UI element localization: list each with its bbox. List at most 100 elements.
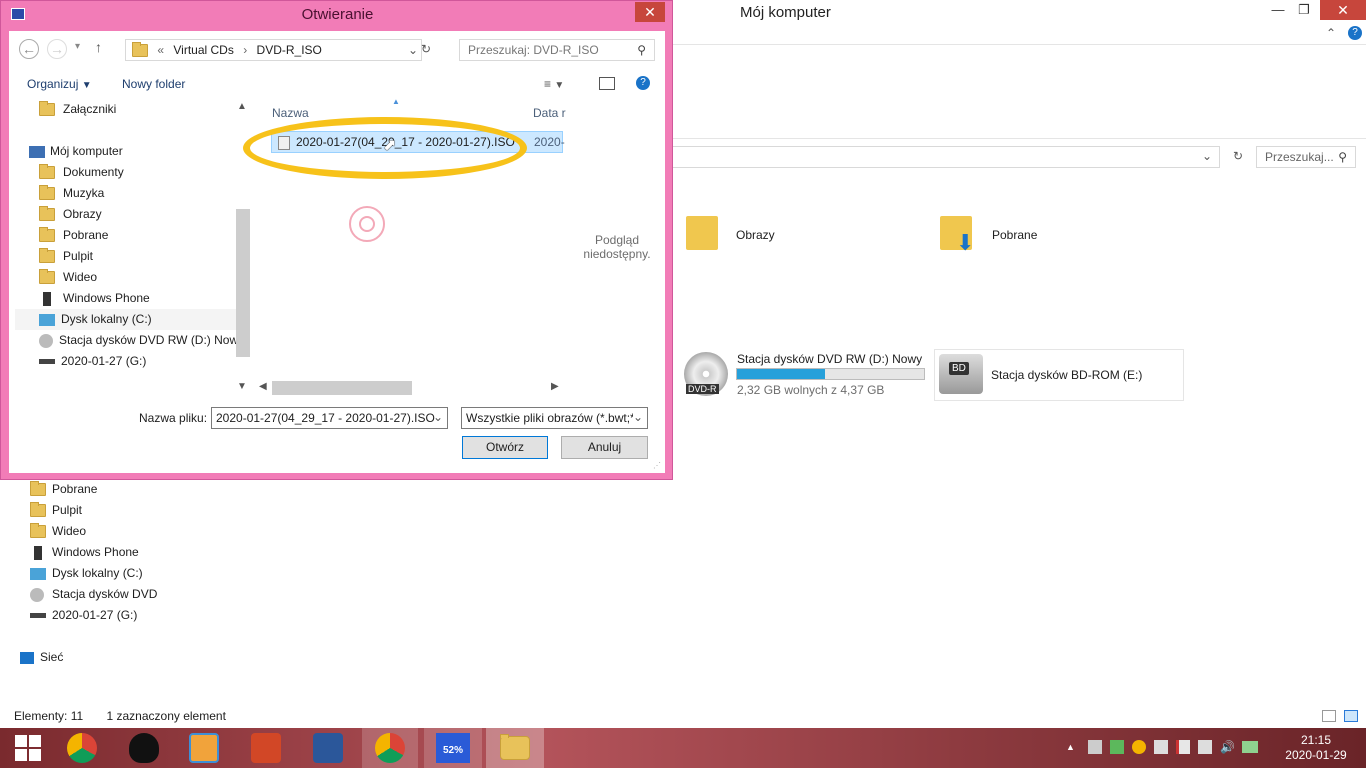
start-button[interactable]	[0, 728, 56, 768]
forward-button[interactable]: →	[47, 39, 67, 59]
taskbar-alcohol[interactable]: 52%	[424, 728, 482, 768]
drive-label: Stacja dysków BD-ROM (E:)	[991, 368, 1143, 382]
nav-item-network[interactable]: Sieć	[20, 650, 63, 664]
tree-item-wideo[interactable]: Wideo	[39, 267, 97, 288]
breadcrumb-virtual-cds[interactable]: Virtual CDs	[173, 43, 233, 57]
search-input[interactable]: Przeszukaj... ⚲	[1256, 146, 1356, 168]
nav-item-dvd[interactable]: Stacja dysków DVD	[30, 587, 157, 602]
column-header-date[interactable]: Data r	[533, 106, 566, 120]
address-bar[interactable]: ⌄ ↻	[672, 146, 1243, 168]
open-button[interactable]: Otwórz	[462, 436, 548, 459]
restore-button[interactable]: ❐	[1290, 2, 1318, 20]
click-indicator-icon	[349, 206, 385, 242]
nav-item-wideo[interactable]: Wideo	[30, 523, 86, 539]
taskbar-penguin-app[interactable]	[116, 728, 172, 768]
refresh-icon[interactable]: ↻	[421, 42, 431, 56]
taskbar-chrome[interactable]	[54, 728, 110, 768]
power-icon[interactable]	[1242, 741, 1258, 753]
nav-item-local-disk[interactable]: Dysk lokalny (C:)	[30, 566, 143, 580]
action-center-icon[interactable]	[1088, 740, 1102, 754]
dialog-close-button[interactable]: ✕	[635, 2, 665, 22]
nav-item-pobrane[interactable]: Pobrane	[30, 481, 97, 497]
tree-scroll-up-icon[interactable]: ▲	[237, 101, 247, 112]
preview-pane-icon[interactable]	[599, 77, 615, 90]
ribbon-collapse-icon[interactable]: ⌃	[1326, 26, 1336, 40]
chevron-down-icon[interactable]: ⌄	[1202, 149, 1212, 163]
scroll-left-icon[interactable]: ◀	[259, 381, 267, 392]
tree-item-dokumenty[interactable]: Dokumenty	[39, 162, 124, 183]
chevron-down-icon[interactable]: ⌄	[408, 43, 418, 57]
drive-tile-bd[interactable]: BD Stacja dysków BD-ROM (E:)	[934, 349, 1184, 401]
tree-item-zalaczniki[interactable]: Załączniki	[39, 99, 116, 120]
usb-icon[interactable]	[1198, 740, 1212, 754]
refresh-icon[interactable]: ↻	[1233, 149, 1243, 163]
network-icon[interactable]	[1154, 740, 1168, 754]
nav-item-pulpit[interactable]: Pulpit	[30, 502, 82, 518]
dvd-icon	[39, 333, 53, 348]
horizontal-scrollbar[interactable]	[272, 381, 412, 395]
flag-icon[interactable]	[1176, 740, 1190, 754]
drive-tile-dvd[interactable]: DVD-R Stacja dysków DVD RW (D:) Nowy 2,3…	[684, 348, 929, 400]
search-icon: ⚲	[1338, 150, 1347, 164]
tree-item-muzyka[interactable]: Muzyka	[39, 183, 104, 204]
tree-scroll-down-icon[interactable]: ▼	[237, 381, 247, 392]
breadcrumb-dvd-r-iso[interactable]: DVD-R_ISO	[257, 43, 322, 57]
folder-tile-obrazy[interactable]: Obrazy	[686, 212, 886, 260]
help-icon[interactable]: ?	[636, 76, 650, 90]
volume-icon[interactable]: 🔊	[1220, 740, 1235, 754]
tree-scrollbar[interactable]	[236, 209, 250, 357]
usb-drive-icon	[39, 359, 55, 365]
taskbar-chrome-profile[interactable]	[362, 728, 418, 768]
folder-icon	[39, 227, 55, 243]
column-header-name[interactable]: Nazwa	[272, 106, 309, 120]
tree-item-moj-komputer[interactable]: Mój komputer	[29, 141, 123, 162]
search-input[interactable]: Przeszukaj: DVD-R_ISO ⚲	[459, 39, 655, 61]
minimize-button[interactable]: —	[1264, 2, 1292, 20]
nav-item-usb-g[interactable]: 2020-01-27 (G:)	[30, 608, 137, 622]
taskbar-word[interactable]	[300, 728, 356, 768]
network-icon	[20, 651, 34, 664]
folder-tile-pobrane[interactable]: ⬇ Pobrane	[940, 212, 1140, 260]
up-button[interactable]: ↑	[95, 39, 102, 55]
taskbar-file-explorer[interactable]	[486, 728, 544, 768]
tray-icons: 🔊	[1088, 740, 1258, 754]
taskbar-powerpoint[interactable]	[238, 728, 294, 768]
tree-item-usb-g[interactable]: 2020-01-27 (G:)	[39, 351, 146, 372]
taskbar-media-player[interactable]	[176, 728, 232, 768]
close-button[interactable]: ✕	[1320, 0, 1366, 20]
nav-item-windows-phone[interactable]: Windows Phone	[30, 545, 139, 560]
folder-icon	[30, 523, 46, 539]
details-view-icon[interactable]	[1322, 710, 1336, 722]
scroll-right-icon[interactable]: ▶	[551, 381, 559, 392]
tree-item-local-disk[interactable]: Dysk lokalny (C:)	[15, 309, 237, 330]
dialog-title: Otwieranie	[301, 6, 374, 23]
tiles-view-icon[interactable]	[1344, 710, 1358, 722]
cancel-button[interactable]: Anuluj	[561, 436, 648, 459]
chevron-down-icon[interactable]: ⌄	[433, 410, 443, 424]
folder-icon	[39, 185, 55, 201]
filename-input[interactable]: 2020-01-27(04_29_17 - 2020-01-27).ISO ⌄	[211, 407, 448, 429]
new-folder-button[interactable]: Nowy folder	[122, 77, 185, 91]
chrome-tray-icon[interactable]	[1132, 740, 1146, 754]
tree-item-dvd[interactable]: Stacja dysków DVD RW (D:) Nowy	[39, 330, 239, 351]
defender-icon[interactable]	[1110, 740, 1124, 754]
tree-item-obrazy[interactable]: Obrazy	[39, 204, 102, 225]
ribbon-divider	[672, 138, 1366, 139]
chevron-down-icon[interactable]: ⌄	[632, 410, 643, 424]
back-button[interactable]: ←	[19, 39, 39, 59]
tree-item-pobrane[interactable]: Pobrane	[39, 225, 108, 246]
recent-dropdown-icon[interactable]: ▾	[75, 41, 80, 52]
view-options-icon[interactable]: ≡ ▼	[544, 77, 564, 91]
preview-text-1: Podgląd	[594, 233, 640, 247]
organize-button[interactable]: Organizuj ▼	[27, 77, 92, 91]
resize-grip-icon[interactable]: ⋰	[653, 461, 661, 470]
tray-overflow-icon[interactable]: ▲	[1066, 742, 1075, 752]
address-bar[interactable]: « Virtual CDs › DVD-R_ISO ⌄	[125, 39, 422, 61]
taskbar: 52% ▲ 🔊 21:15 2020-01-29	[0, 728, 1366, 768]
tree-item-windows-phone[interactable]: Windows Phone	[39, 288, 150, 309]
file-type-select[interactable]: Wszystkie pliki obrazów (*.bwt;* ⌄	[461, 407, 648, 429]
help-icon[interactable]: ?	[1348, 26, 1362, 40]
clock[interactable]: 21:15 2020-01-29	[1280, 733, 1352, 763]
tree-item-pulpit[interactable]: Pulpit	[39, 246, 93, 267]
breadcrumb-overflow[interactable]: «	[157, 43, 164, 57]
